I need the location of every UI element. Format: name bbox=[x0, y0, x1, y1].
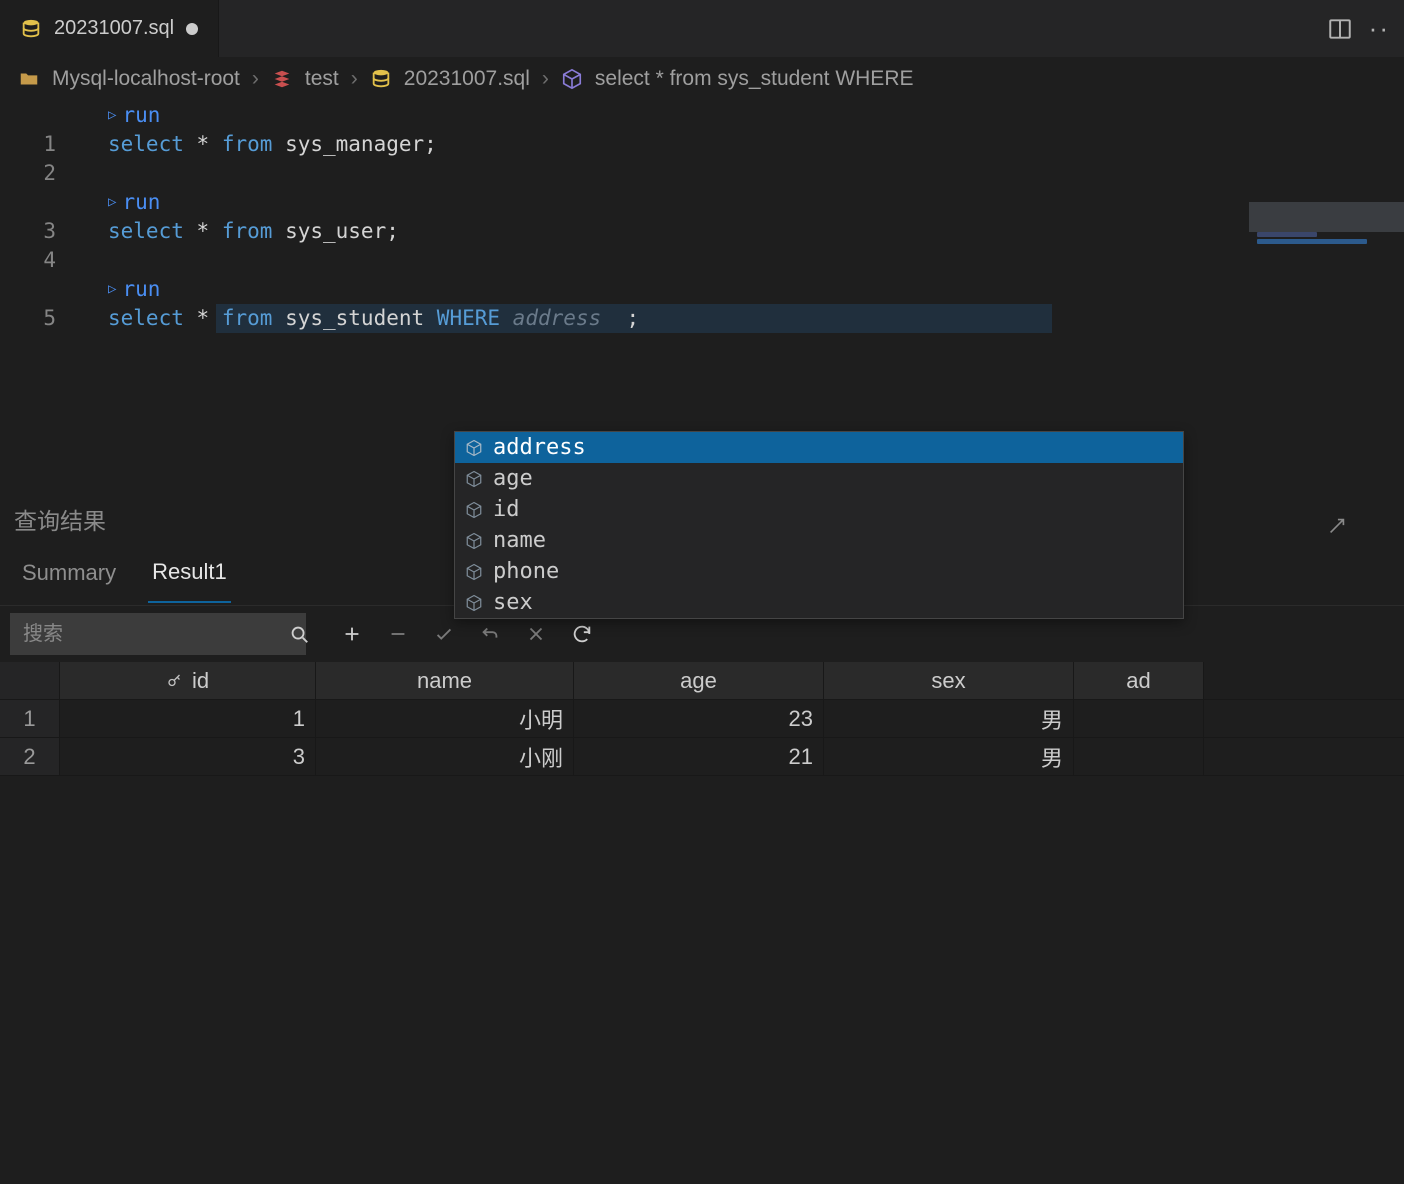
tab-actions: ·· bbox=[1313, 0, 1404, 57]
cell-age[interactable]: 23 bbox=[574, 700, 824, 737]
results-panel-title: 查询结果 bbox=[14, 502, 106, 536]
undo-button[interactable] bbox=[470, 614, 510, 654]
database-icon bbox=[370, 68, 392, 90]
table-row[interactable]: 2 3 小刚 21 男 bbox=[0, 738, 1404, 776]
tab-filename: 20231007.sql bbox=[54, 17, 174, 40]
column-header-sex[interactable]: sex bbox=[824, 662, 1074, 699]
field-icon bbox=[465, 439, 483, 457]
line-no: 3 bbox=[0, 217, 56, 246]
completion-item[interactable]: sex bbox=[455, 587, 1183, 618]
line-no: 2 bbox=[0, 159, 56, 188]
cell-age[interactable]: 21 bbox=[574, 738, 824, 775]
expand-icon[interactable] bbox=[1326, 515, 1348, 537]
breadcrumb-db[interactable]: test bbox=[305, 67, 339, 91]
split-editor-icon[interactable] bbox=[1327, 16, 1353, 42]
results-panel-header: 查询结果 bbox=[0, 491, 1404, 546]
cell-address[interactable] bbox=[1074, 738, 1204, 775]
tab-result1[interactable]: Result1 bbox=[148, 549, 231, 603]
completion-item[interactable]: age bbox=[455, 463, 1183, 494]
remove-row-button[interactable] bbox=[378, 614, 418, 654]
cancel-button[interactable] bbox=[516, 614, 556, 654]
row-number: 1 bbox=[0, 700, 60, 737]
cell-name[interactable]: 小明 bbox=[316, 700, 574, 737]
tab-summary[interactable]: Summary bbox=[18, 550, 120, 602]
minimap[interactable] bbox=[1249, 202, 1404, 282]
field-icon bbox=[465, 563, 483, 581]
chevron-right-icon: › bbox=[252, 67, 259, 91]
more-actions-icon[interactable]: ·· bbox=[1369, 13, 1390, 44]
column-header-address[interactable]: ad bbox=[1074, 662, 1204, 699]
chevron-right-icon: › bbox=[542, 67, 549, 91]
search-icon[interactable] bbox=[288, 623, 310, 645]
commit-button[interactable] bbox=[424, 614, 464, 654]
line-no: 1 bbox=[0, 130, 56, 159]
column-header-id[interactable]: id bbox=[60, 662, 316, 699]
modified-indicator-icon bbox=[186, 23, 198, 35]
grid-header-row: id name age sex ad bbox=[0, 662, 1404, 700]
field-icon bbox=[465, 594, 483, 612]
run-codelens[interactable]: ▷run bbox=[108, 101, 1404, 130]
run-codelens[interactable]: ▷run bbox=[108, 188, 1404, 217]
row-number: 2 bbox=[0, 738, 60, 775]
column-header-name[interactable]: name bbox=[316, 662, 574, 699]
redis-db-icon bbox=[271, 68, 293, 90]
tab-bar: 20231007.sql ·· bbox=[0, 0, 1404, 57]
data-grid: id name age sex ad 1 1 小明 23 男 2 3 小刚 21… bbox=[0, 662, 1404, 776]
cell-name[interactable]: 小刚 bbox=[316, 738, 574, 775]
cell-sex[interactable]: 男 bbox=[824, 700, 1074, 737]
breadcrumb-root[interactable]: Mysql-localhost-root bbox=[52, 67, 240, 91]
completion-item[interactable]: phone bbox=[455, 556, 1183, 587]
line-number-gutter: 1 2 3 4 5 bbox=[0, 101, 76, 333]
editor-tab[interactable]: 20231007.sql bbox=[0, 0, 219, 57]
field-icon bbox=[465, 470, 483, 488]
folder-icon bbox=[18, 68, 40, 90]
refresh-button[interactable] bbox=[562, 614, 602, 654]
search-input-wrapper bbox=[10, 613, 306, 655]
code-content[interactable]: ▷run select * from sys_manager; ▷run sel… bbox=[108, 101, 1404, 333]
line-no: 5 bbox=[0, 304, 56, 333]
cell-id[interactable]: 1 bbox=[60, 700, 316, 737]
cell-sex[interactable]: 男 bbox=[824, 738, 1074, 775]
completion-item[interactable]: address bbox=[455, 432, 1183, 463]
add-row-button[interactable] bbox=[332, 614, 372, 654]
breadcrumb: Mysql-localhost-root › test › 20231007.s… bbox=[0, 57, 1404, 101]
row-header-corner bbox=[0, 662, 60, 699]
table-row[interactable]: 1 1 小明 23 男 bbox=[0, 700, 1404, 738]
cell-address[interactable] bbox=[1074, 700, 1204, 737]
breadcrumb-file[interactable]: 20231007.sql bbox=[404, 67, 530, 91]
cube-icon bbox=[561, 68, 583, 90]
code-editor[interactable]: 1 2 3 4 5 ▷run select * from sys_manager… bbox=[0, 101, 1404, 491]
run-codelens[interactable]: ▷run bbox=[108, 275, 1404, 304]
column-header-age[interactable]: age bbox=[574, 662, 824, 699]
key-icon bbox=[166, 672, 184, 690]
breadcrumb-statement[interactable]: select * from sys_student WHERE bbox=[595, 67, 914, 91]
cell-id[interactable]: 3 bbox=[60, 738, 316, 775]
search-input[interactable] bbox=[23, 623, 288, 646]
chevron-right-icon: › bbox=[351, 67, 358, 91]
database-icon bbox=[20, 18, 42, 40]
line-no: 4 bbox=[0, 246, 56, 275]
